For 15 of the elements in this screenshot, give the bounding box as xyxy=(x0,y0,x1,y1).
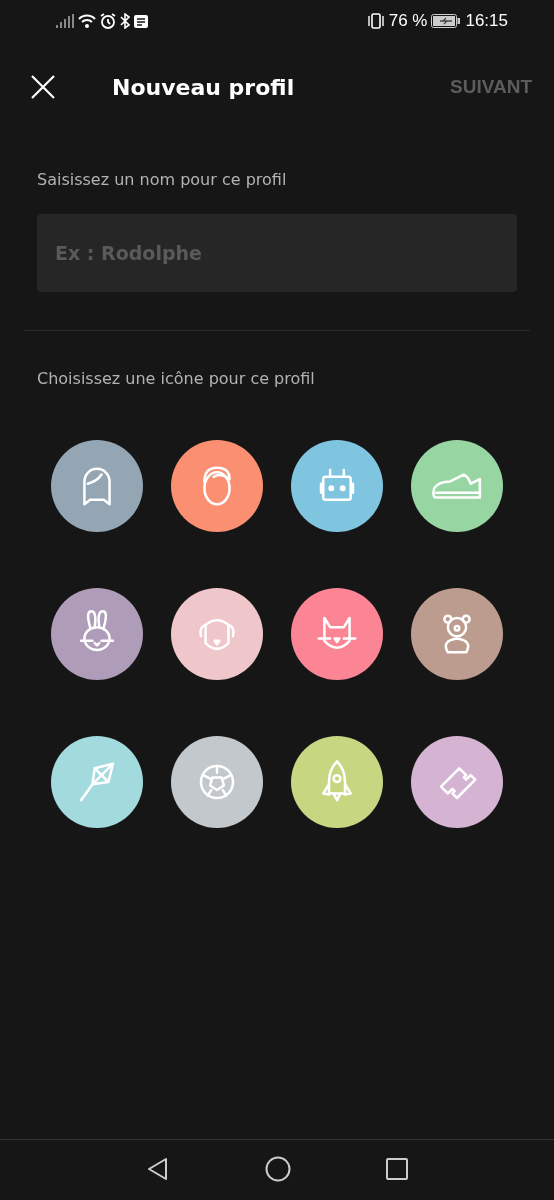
notification-icon xyxy=(134,14,148,28)
back-icon[interactable] xyxy=(146,1157,170,1181)
signal-icon xyxy=(56,14,74,28)
battery-percent: 76 % xyxy=(388,11,428,31)
vibrate-icon xyxy=(366,13,385,29)
name-label: Saisissez un nom pour ce profil xyxy=(37,170,288,189)
recents-icon[interactable] xyxy=(386,1158,408,1180)
clock-time: 16:15 xyxy=(465,11,508,31)
screen-title: Nouveau profil xyxy=(112,74,296,100)
home-icon[interactable] xyxy=(265,1156,291,1182)
icon-label: Choisissez une icône pour ce profil xyxy=(37,369,316,388)
alarm-icon xyxy=(100,13,116,29)
wifi-icon xyxy=(78,14,96,28)
battery-icon xyxy=(431,14,462,28)
bluetooth-icon xyxy=(120,13,130,29)
